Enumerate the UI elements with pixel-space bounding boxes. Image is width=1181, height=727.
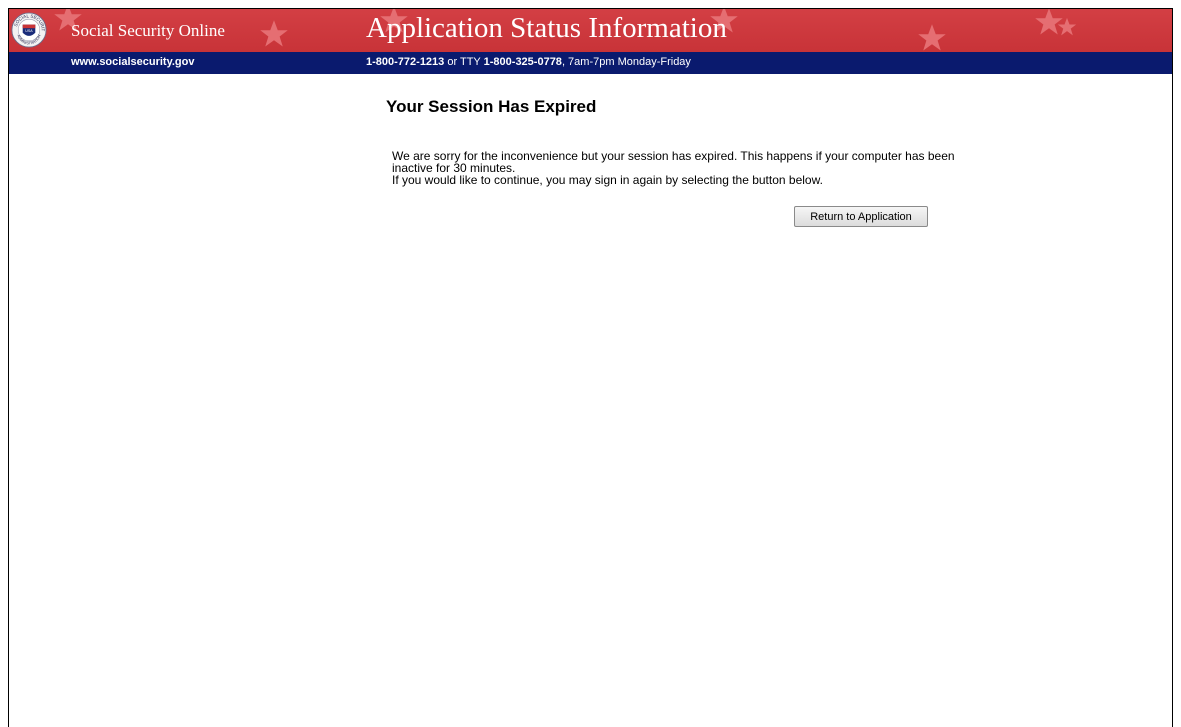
session-expired-heading: Your Session Has Expired — [386, 97, 597, 116]
session-expired-message: We are sorry for the inconvenience but y… — [392, 150, 962, 186]
contact-info: 1-800-772-1213 or TTY 1-800-325-0778, 7a… — [366, 56, 691, 68]
decorative-star-icon — [260, 20, 288, 47]
contact-bar: www.socialsecurity.gov 1-800-772-1213 or… — [9, 52, 1172, 74]
site-name: Social Security Online — [71, 21, 225, 40]
tty-phone-number: 1-800-325-0778 — [483, 56, 562, 68]
header-banner: SOCIAL SECURITY ADMINISTRATION USA Socia… — [9, 9, 1172, 52]
seal-shield-text: USA — [25, 29, 33, 33]
browser-page: SOCIAL SECURITY ADMINISTRATION USA Socia… — [8, 8, 1173, 727]
page-title: Application Status Information — [366, 12, 727, 44]
phone-number: 1-800-772-1213 — [366, 56, 445, 68]
tty-label: or TTY — [447, 56, 481, 68]
site-url: www.socialsecurity.gov — [71, 56, 195, 68]
decorative-star-icon — [1057, 17, 1077, 36]
message-line-continue: If you would like to continue, you may s… — [392, 173, 823, 187]
message-line-inactive: We are sorry for the inconvenience but y… — [392, 149, 955, 175]
decorative-star-icon — [918, 24, 946, 51]
return-to-application-button[interactable]: Return to Application — [794, 206, 928, 227]
ssa-seal-icon: SOCIAL SECURITY ADMINISTRATION USA — [11, 12, 47, 48]
office-hours: , 7am-7pm Monday-Friday — [561, 56, 691, 68]
